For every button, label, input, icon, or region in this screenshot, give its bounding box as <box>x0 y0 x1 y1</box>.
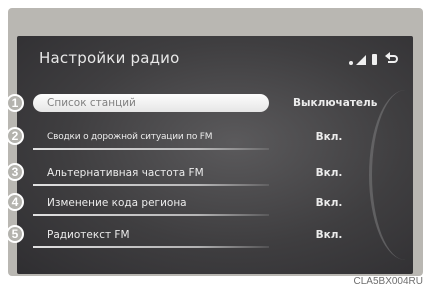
menu-item-traffic-info[interactable]: Сводки о дорожной ситуации по FM Вкл. <box>17 125 413 150</box>
menu-item-value: Вкл. <box>315 131 343 143</box>
status-bar <box>349 51 399 65</box>
row-underline <box>33 184 269 186</box>
signal-dots-icon <box>349 61 353 65</box>
figure-code: CLA5BX004RU <box>353 276 423 287</box>
menu-item-label: Радиотекст FM <box>47 229 130 241</box>
menu-item-alternative-frequency[interactable]: Альтернативная частота FM Вкл. <box>17 161 413 186</box>
menu-item-label: Сводки о дорожной ситуации по FM <box>47 132 213 142</box>
callout-marker: 5 <box>6 225 24 243</box>
callout-marker: 1 <box>6 94 24 112</box>
signal-strength-icon <box>356 55 366 65</box>
radio-settings-screen: Настройки радио Список станций Выключате… <box>17 36 413 274</box>
menu-item-label: Изменение кода региона <box>47 197 187 209</box>
callout-marker: 3 <box>6 163 24 181</box>
row-underline <box>33 148 269 150</box>
menu-item-radiotext[interactable]: Радиотекст FM Вкл. <box>17 223 413 248</box>
menu-item-value: Выключатель <box>293 97 378 109</box>
callout-marker: 2 <box>6 127 24 145</box>
back-icon[interactable] <box>385 52 399 65</box>
screen-title: Настройки радио <box>39 49 180 67</box>
menu-item-value: Вкл. <box>315 229 343 241</box>
menu-item-label: Альтернативная частота FM <box>47 167 204 179</box>
battery-icon <box>372 54 377 65</box>
menu-item-value: Вкл. <box>315 197 343 209</box>
menu-item-label: Список станций <box>33 94 269 112</box>
row-underline <box>33 246 269 248</box>
menu-item-station-list[interactable]: Список станций Выключатель <box>17 91 413 113</box>
menu-item-region-code[interactable]: Изменение кода региона Вкл. <box>17 191 413 216</box>
row-underline <box>33 214 269 216</box>
menu-item-value: Вкл. <box>315 167 343 179</box>
callout-marker: 4 <box>6 193 24 211</box>
